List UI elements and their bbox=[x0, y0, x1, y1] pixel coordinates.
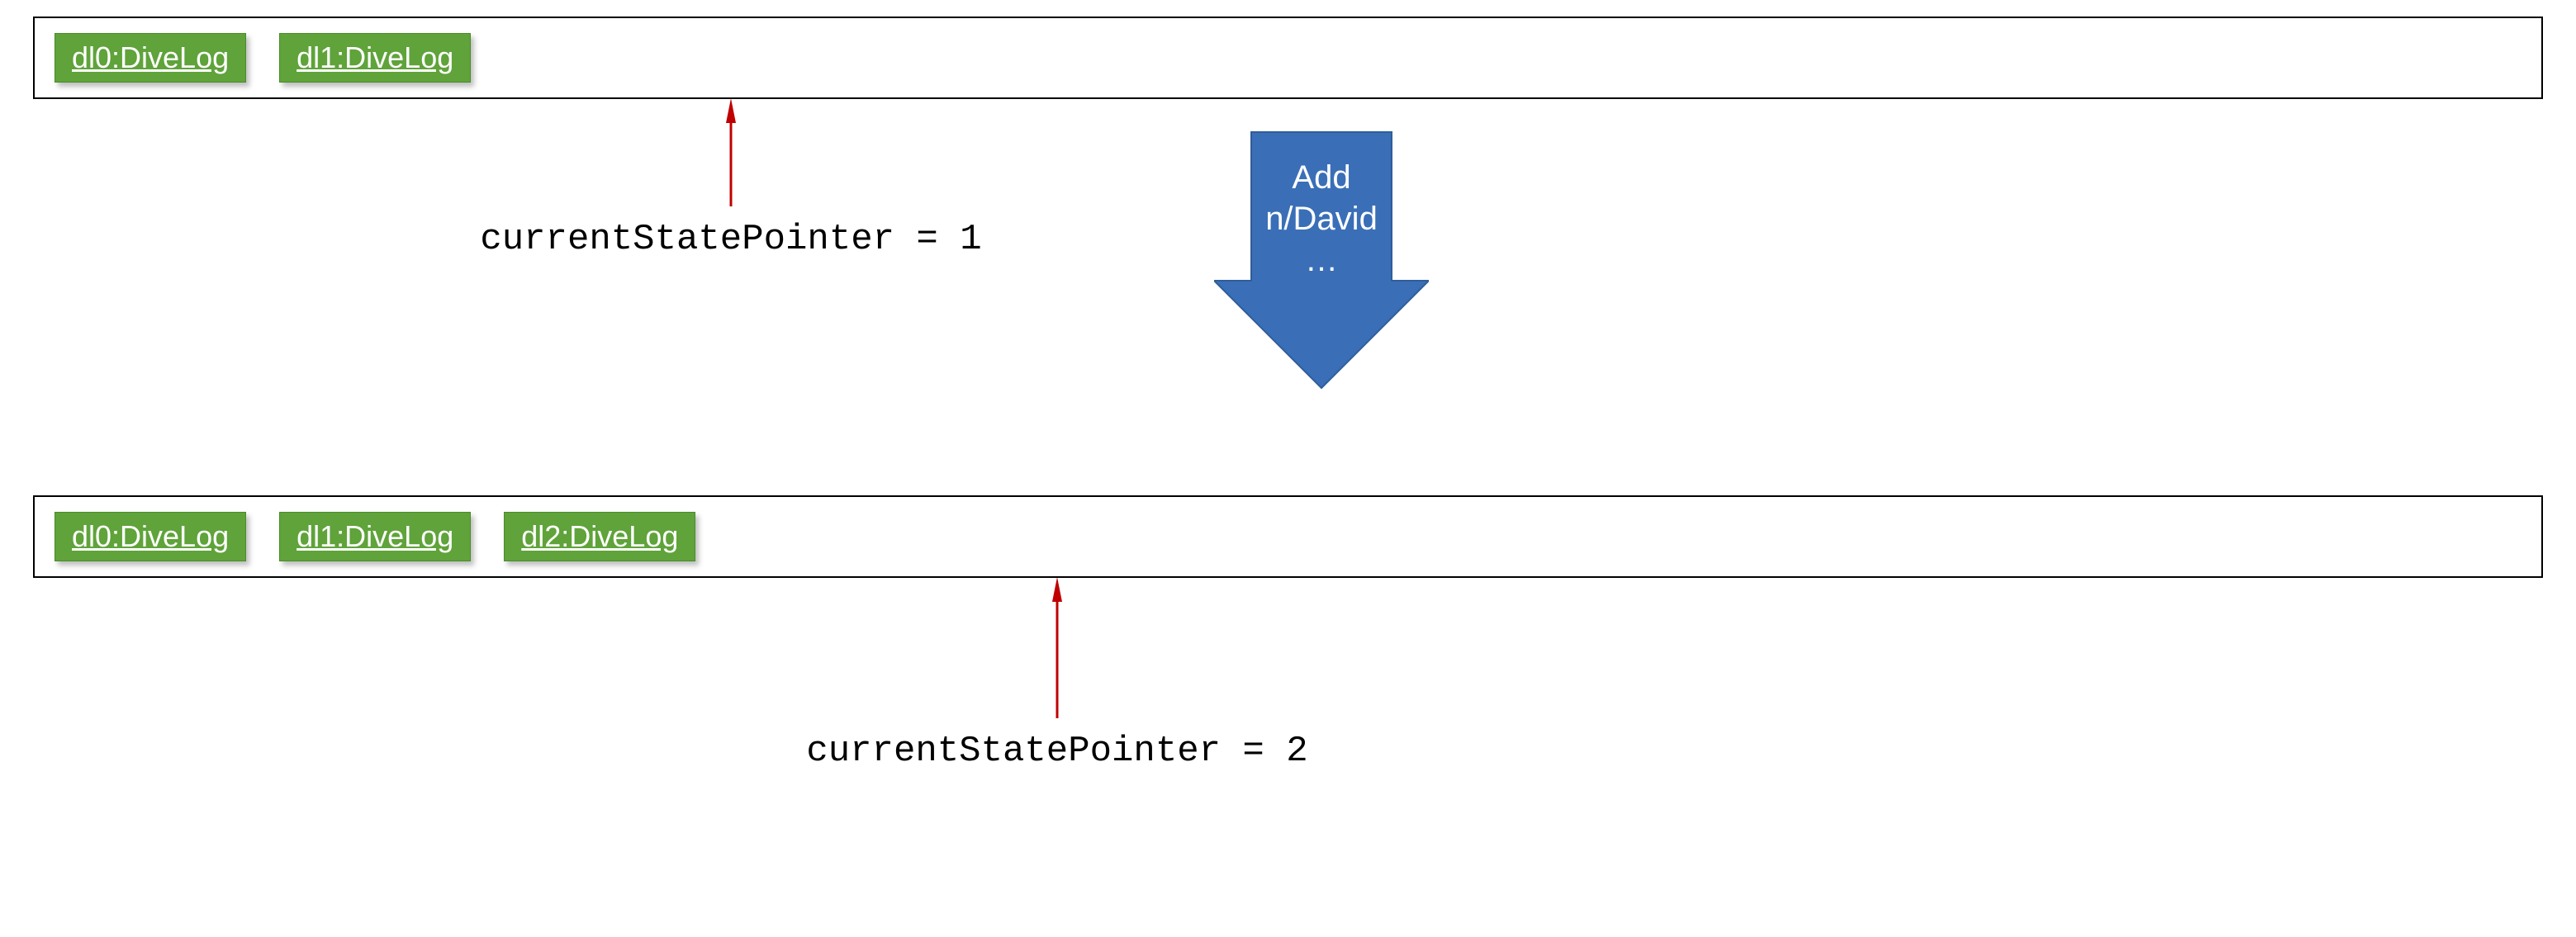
pointer-after-zone: currentStatePointer = 2 bbox=[33, 578, 2543, 842]
state-node: dl1:DiveLog bbox=[279, 33, 471, 83]
transition-zone: currentStatePointer = 1 Add n/David … bbox=[33, 99, 2543, 495]
pointer-arrow-icon bbox=[776, 578, 1338, 726]
pointer-arrow-icon bbox=[450, 99, 1012, 215]
state-node: dl0:DiveLog bbox=[55, 33, 246, 83]
action-line: … bbox=[1305, 242, 1338, 278]
state-row-before: dl0:DiveLog dl1:DiveLog bbox=[33, 17, 2543, 99]
state-node: dl1:DiveLog bbox=[279, 512, 471, 561]
pointer-label: currentStatePointer = 1 bbox=[450, 219, 1012, 260]
state-row-after: dl0:DiveLog dl1:DiveLog dl2:DiveLog bbox=[33, 495, 2543, 578]
pointer-before: currentStatePointer = 1 bbox=[450, 99, 1012, 260]
pointer-after: currentStatePointer = 2 bbox=[776, 578, 1338, 772]
state-node: dl2:DiveLog bbox=[504, 512, 695, 561]
pointer-label: currentStatePointer = 2 bbox=[776, 731, 1338, 772]
action-line: n/David bbox=[1265, 201, 1378, 237]
action-arrow: Add n/David … bbox=[1214, 124, 1429, 400]
action-arrow-text: Add n/David … bbox=[1214, 157, 1429, 281]
state-node: dl0:DiveLog bbox=[55, 512, 246, 561]
action-line: Add bbox=[1292, 159, 1350, 196]
